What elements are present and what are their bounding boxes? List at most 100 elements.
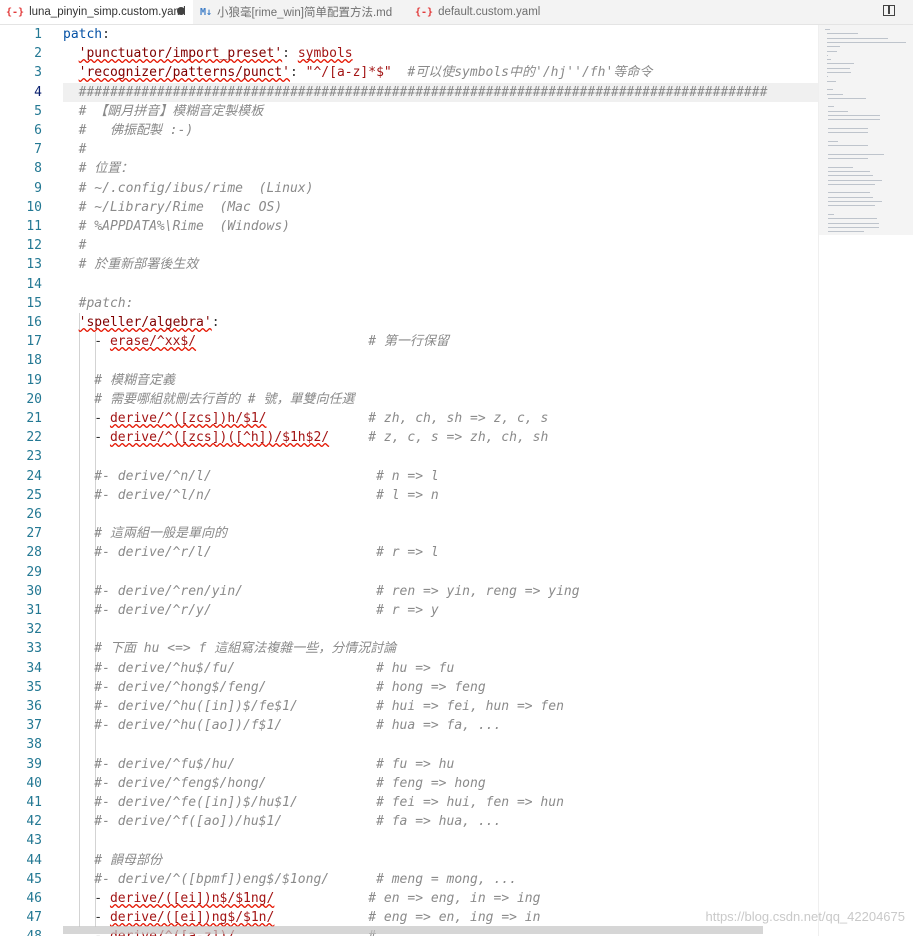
yaml-file-icon: {-} xyxy=(415,6,434,18)
minimap-line xyxy=(828,140,839,142)
line-number: 47 xyxy=(26,910,42,926)
code-line: # xyxy=(63,140,87,159)
code-line: 'punctuator/import_preset': symbols xyxy=(63,44,353,63)
minimap-line xyxy=(828,106,835,108)
code-token: #- derive/^fu$/hu/ # fu => hu xyxy=(63,756,455,772)
code-line: #- derive/^r/y/ # r => y xyxy=(63,601,438,620)
minimap-line xyxy=(828,192,870,194)
minimap-line xyxy=(826,89,833,91)
minimap-line xyxy=(826,76,828,78)
code-line: #- derive/^hu([ao])/f$1/ # hua => fa, ..… xyxy=(63,716,501,735)
code-token: # 模糊音定義 xyxy=(63,372,175,388)
line-number: 18 xyxy=(26,353,42,369)
code-line: - erase/^xx$/ # 第一行保留 xyxy=(63,332,449,351)
line-number: 32 xyxy=(26,622,42,638)
code-line: - derive/([ei])n$/$1ng/ # en => eng, in … xyxy=(63,889,540,908)
code-line: #patch: xyxy=(63,294,134,313)
minimap-line xyxy=(828,115,881,116)
line-number: 5 xyxy=(34,103,42,119)
code-token: # xyxy=(63,238,87,254)
code-line: # 韻母部份 xyxy=(63,851,162,870)
line-number: 16 xyxy=(26,315,42,330)
code-line: # 【朙月拼音】模糊音定製模板 xyxy=(63,102,264,121)
minimap-line xyxy=(828,119,881,121)
line-number: 3 xyxy=(34,65,42,81)
line-number: 4 xyxy=(34,84,42,100)
code-token: #- derive/^r/l/ # r => l xyxy=(63,545,439,561)
unsaved-dot-icon[interactable] xyxy=(177,7,185,15)
minimap-line xyxy=(826,50,838,52)
line-number: 29 xyxy=(26,564,42,580)
line-number: 43 xyxy=(26,833,42,849)
minimap-line xyxy=(826,63,854,65)
tab-readme-md[interactable]: M↓ 小狼毫[rime_win]简单配置方法.md xyxy=(194,0,408,24)
minimap-line xyxy=(828,175,874,177)
code-token: derive/^([zcs])h/$1/ xyxy=(109,411,267,426)
code-token: # xyxy=(63,142,87,158)
tab-label: default.custom.yaml xyxy=(438,6,541,18)
minimap-line xyxy=(825,29,831,30)
minimap-line xyxy=(828,170,870,172)
code-line: # xyxy=(63,236,87,255)
yaml-file-icon: {-} xyxy=(6,6,25,18)
code-token: # eng => en, ing => in xyxy=(274,910,541,926)
code-line: - derive/^([zcs])([^h])/$1h$2/ # z, c, s… xyxy=(63,428,548,447)
code-token: - xyxy=(63,910,110,926)
code-token: derive/([ei])n$/$1ng/ xyxy=(109,891,275,906)
code-token: #可以使symbols中的'/hj''/fh'等命令 xyxy=(391,65,653,81)
line-number: 41 xyxy=(26,795,42,810)
code-token: # 下面 hu <=> f 這組寫法複雜一些，分情況討論 xyxy=(63,641,397,657)
code-token: # %APPDATA%\Rime (Windows) xyxy=(63,219,290,234)
line-number: 9 xyxy=(34,180,42,196)
minimap[interactable] xyxy=(818,25,913,936)
code-token: 'punctuator/import_preset' xyxy=(78,46,283,62)
code-line: ########################################… xyxy=(63,83,768,102)
line-number: 37 xyxy=(26,718,42,734)
watermark: https://blog.csdn.net/qq_42204675 xyxy=(705,909,906,924)
minimap-line xyxy=(828,183,875,185)
tab-default-custom[interactable]: {-} default.custom.yaml xyxy=(409,0,554,24)
code-token: derive/^([zcs])([^h])/$1h$2/ xyxy=(109,430,330,446)
line-number: 2 xyxy=(34,46,42,62)
code-token: # 於重新部署後生效 xyxy=(63,257,199,273)
code-token: #- derive/^fe([in])$/hu$1/ # fei => hui,… xyxy=(63,795,564,810)
code-line: #- derive/^([bpmf])eng$/$1ong/ # meng = … xyxy=(63,870,517,889)
code-line: #- derive/^r/l/ # r => l xyxy=(63,543,439,562)
code-token: : xyxy=(282,46,298,62)
split-editor-icon[interactable] xyxy=(883,5,895,16)
code-line: - derive/^([zcs])h/$1/ # zh, ch, sh => z… xyxy=(63,409,548,428)
code-token: # 韻母部份 xyxy=(63,852,162,868)
code-token: - xyxy=(63,430,110,446)
line-number: 28 xyxy=(26,545,42,561)
code-token: # en => eng, in => ing xyxy=(274,891,541,906)
line-number: 12 xyxy=(26,238,42,254)
minimap-line xyxy=(828,226,880,228)
code-editor[interactable]: 1 patch: 2 'punctuator/import_preset': sym… xyxy=(0,25,818,936)
minimap-line xyxy=(828,231,865,233)
line-number: 22 xyxy=(26,430,42,446)
line-number: 6 xyxy=(34,123,42,138)
code-token: 'recognizer/patterns/punct' xyxy=(78,65,290,81)
code-line: #- derive/^fe([in])$/hu$1/ # fei => hui,… xyxy=(63,793,564,812)
line-number: 36 xyxy=(26,699,42,714)
line-number: 25 xyxy=(26,487,42,503)
tab-label: 小狼毫[rime_win]简单配置方法.md xyxy=(217,7,393,19)
minimap-line xyxy=(828,213,834,215)
minimap-line xyxy=(826,33,859,35)
minimap-line xyxy=(826,59,832,61)
code-token: derive/([ei])ng$/$1n/ xyxy=(109,910,275,926)
line-number: 23 xyxy=(26,449,42,465)
line-number: 42 xyxy=(26,814,42,830)
minimap-slider[interactable] xyxy=(819,25,913,235)
code-line: #- derive/^fu$/hu/ # fu => hu xyxy=(63,755,454,774)
tab-luna-pinyin-simp[interactable]: {-} luna_pinyin_simp.custom.yaml xyxy=(0,0,193,24)
minimap-line xyxy=(828,145,868,147)
code-token: #- derive/^l/n/ # l => n xyxy=(63,487,439,503)
horizontal-scrollbar[interactable] xyxy=(63,926,763,934)
code-token: #- derive/^hong$/feng/ # hong => feng xyxy=(63,679,486,695)
line-number: 38 xyxy=(26,737,42,753)
code-line: #- derive/^ren/yin/ # ren => yin, reng =… xyxy=(63,582,579,601)
code-token: #- derive/^feng$/hong/ # feng => hong xyxy=(63,775,486,791)
code-line: 'recognizer/patterns/punct': "^/[a-z]*$"… xyxy=(63,63,653,82)
